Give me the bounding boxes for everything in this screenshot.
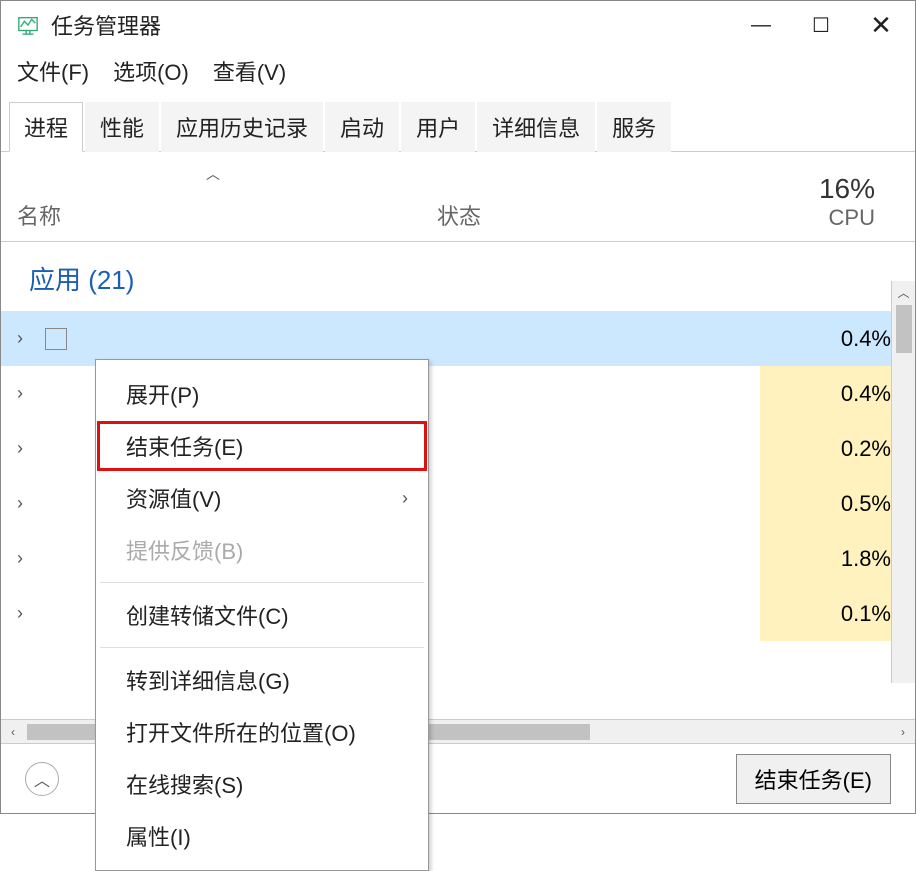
column-header-name[interactable]: 名称 [17,199,437,231]
menu-options[interactable]: 选项(O) [113,55,189,87]
close-button[interactable]: ✕ [851,5,911,45]
context-menu-create-dump[interactable]: 创建转储文件(C) [96,589,428,641]
cpu-label: CPU [697,205,875,231]
chevron-right-icon[interactable]: › [17,493,39,514]
context-menu: 展开(P) 结束任务(E) 资源值(V) › 提供反馈(B) 创建转储文件(C)… [95,359,429,871]
chevron-right-icon[interactable]: › [17,328,39,349]
tabs: 进程 性能 应用历史记录 启动 用户 详细信息 服务 [1,101,915,152]
minimize-button[interactable]: — [731,5,791,45]
task-manager-icon [17,14,39,36]
app-icon [45,328,67,350]
maximize-button[interactable]: ☐ [791,5,851,45]
context-menu-search-online[interactable]: 在线搜索(S) [96,758,428,810]
sort-indicator-icon: ︿ [206,164,220,184]
tab-performance[interactable]: 性能 [85,102,159,152]
column-header-row: ︿ 名称 状态 16% CPU [1,152,915,242]
menu-view[interactable]: 查看(V) [213,55,286,87]
scroll-right-icon[interactable]: › [891,725,915,739]
context-menu-go-to-details[interactable]: 转到详细信息(G) [96,654,428,706]
cpu-usage-percent: 16% [697,174,875,205]
tab-processes[interactable]: 进程 [9,102,83,152]
window-controls: — ☐ ✕ [731,5,911,45]
context-menu-properties[interactable]: 属性(I) [96,810,428,862]
column-header-cpu[interactable]: 16% CPU [697,174,915,231]
context-menu-item-label: 资源值(V) [126,482,221,514]
chevron-right-icon[interactable]: › [17,548,39,569]
tab-details[interactable]: 详细信息 [477,102,595,152]
chevron-right-icon[interactable]: › [17,603,39,624]
fewer-details-toggle[interactable]: ︿ [25,762,59,796]
tab-services[interactable]: 服务 [597,102,671,152]
context-menu-resource-values[interactable]: 资源值(V) › [96,472,428,524]
context-menu-open-file-location[interactable]: 打开文件所在的位置(O) [96,706,428,758]
titlebar: 任务管理器 — ☐ ✕ [1,1,915,49]
vertical-scrollbar[interactable]: ︿ [891,281,915,683]
chevron-right-icon[interactable]: › [17,438,39,459]
scroll-left-icon[interactable]: ‹ [1,725,25,739]
scrollbar-thumb[interactable] [896,305,912,353]
menu-separator [100,647,424,648]
scroll-up-icon[interactable]: ︿ [892,281,915,305]
group-apps-header[interactable]: 应用 (21) [1,242,915,311]
table-row[interactable]: › 0.4% [1,311,915,366]
column-header-status[interactable]: 状态 [437,199,697,231]
menu-separator [100,582,424,583]
tab-app-history[interactable]: 应用历史记录 [161,102,323,152]
context-menu-end-task[interactable]: 结束任务(E) [96,420,428,472]
menu-file[interactable]: 文件(F) [17,55,89,87]
end-task-button[interactable]: 结束任务(E) [736,754,891,804]
chevron-right-icon[interactable]: › [17,383,39,404]
window-title: 任务管理器 [51,9,731,41]
tab-users[interactable]: 用户 [401,102,475,152]
context-menu-provide-feedback: 提供反馈(B) [96,524,428,576]
context-menu-expand[interactable]: 展开(P) [96,368,428,420]
tab-startup[interactable]: 启动 [325,102,399,152]
menubar: 文件(F) 选项(O) 查看(V) [1,49,915,101]
chevron-right-icon: › [402,488,408,509]
